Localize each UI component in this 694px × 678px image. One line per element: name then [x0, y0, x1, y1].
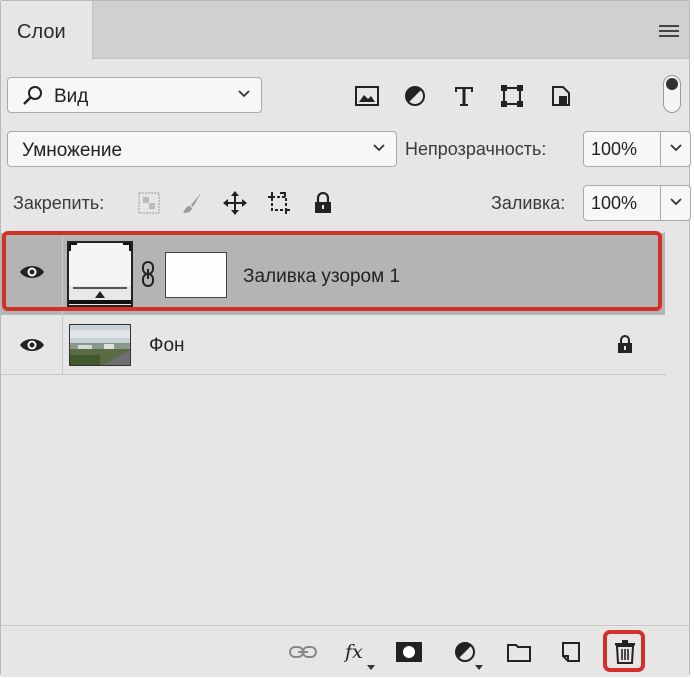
selected-layer-highlight: [2, 231, 662, 311]
chevron-down-icon: [670, 144, 682, 152]
blend-row: Умножение Непрозрачность: 100%: [7, 131, 691, 169]
layer-thumbnail-photo[interactable]: [69, 324, 131, 366]
filter-type-layers-icon[interactable]: [450, 83, 478, 109]
delete-button-highlight: [603, 630, 645, 672]
layer-style-fx-icon[interactable]: fx: [341, 636, 375, 670]
new-adjustment-layer-icon[interactable]: [449, 636, 483, 670]
link-layers-icon[interactable]: [287, 636, 319, 668]
filter-adjustment-layers-icon[interactable]: [401, 83, 429, 109]
fill-input[interactable]: 100%: [583, 185, 661, 221]
layer-visibility-toggle[interactable]: [1, 315, 63, 374]
panel-tab-bar: Слои: [1, 1, 689, 60]
filter-shape-layers-icon[interactable]: [498, 83, 526, 109]
eye-icon: [20, 339, 44, 351]
lock-artboard-icon[interactable]: [265, 189, 293, 217]
filter-toggle-switch[interactable]: [663, 75, 681, 113]
filter-smart-objects-icon[interactable]: [547, 83, 575, 109]
lock-row: Закрепить: Заливка: 100%: [7, 185, 691, 223]
panel-menu-icon[interactable]: [659, 25, 679, 39]
filter-kind-value: Вид: [54, 86, 89, 107]
layers-bottom-toolbar: fx: [1, 625, 689, 677]
blend-mode-value: Умножение: [22, 140, 123, 161]
layer-row-background[interactable]: Фон: [1, 315, 665, 375]
filter-row: Вид: [7, 75, 683, 115]
layers-panel: Слои Вид Умножение Непрозрачность: 100% …: [0, 0, 691, 677]
svg-text:fx: fx: [344, 641, 363, 663]
new-group-folder-icon[interactable]: [503, 636, 535, 668]
chevron-down-icon: [670, 198, 682, 206]
new-layer-icon[interactable]: [555, 636, 587, 668]
lock-all-icon[interactable]: [309, 189, 337, 217]
opacity-input[interactable]: 100%: [583, 131, 661, 167]
landscape-photo-thumbnail: [70, 325, 130, 365]
opacity-dropdown-button[interactable]: [661, 131, 691, 167]
tab-layers[interactable]: Слои: [1, 1, 93, 60]
layer-lock-icon: [618, 335, 632, 353]
blend-mode-dropdown[interactable]: Умножение: [7, 131, 397, 167]
chevron-down-icon: [238, 90, 250, 98]
lock-image-pixels-icon[interactable]: [178, 189, 206, 217]
lock-position-icon[interactable]: [221, 189, 249, 217]
lock-label: Закрепить:: [13, 193, 105, 213]
add-layer-mask-icon[interactable]: [393, 636, 425, 668]
opacity-label: Непрозрачность:: [405, 139, 547, 159]
filter-kind-dropdown[interactable]: Вид: [7, 77, 262, 113]
filter-pixel-layers-icon[interactable]: [353, 83, 381, 109]
layer-name-background[interactable]: Фон: [149, 335, 185, 357]
fill-label: Заливка:: [491, 193, 566, 213]
lock-transparent-pixels-icon[interactable]: [135, 189, 163, 217]
search-icon: [23, 86, 42, 105]
chevron-down-icon: [373, 144, 385, 152]
fill-dropdown-button[interactable]: [661, 185, 691, 221]
